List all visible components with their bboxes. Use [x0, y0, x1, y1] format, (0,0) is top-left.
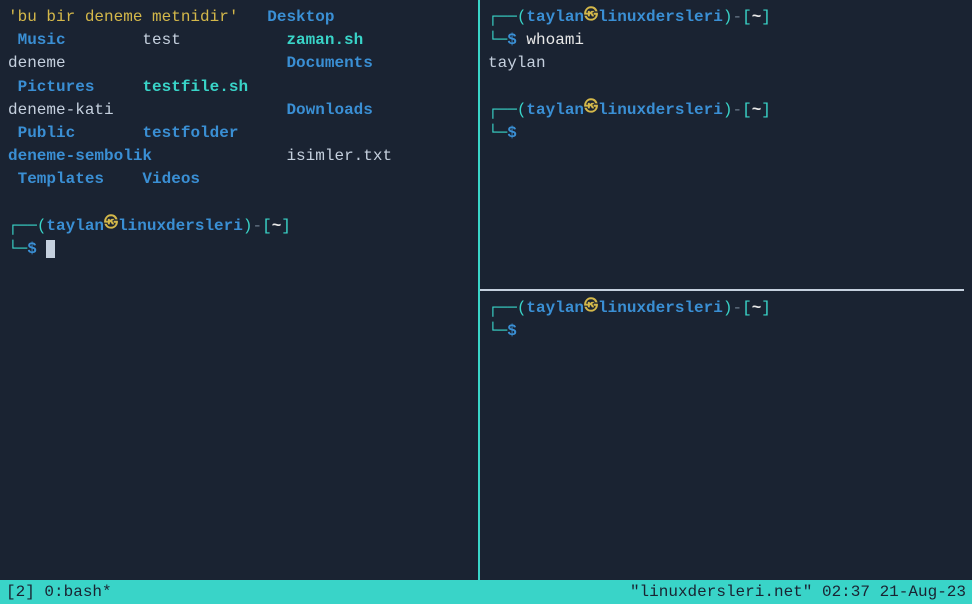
status-left: [2] 0:bash* — [6, 583, 112, 601]
skull-icon: ㉿ — [584, 6, 598, 26]
right-top-pane[interactable]: ┌──(taylan㉿linuxdersleri)-[~] └─$ whoami… — [480, 0, 972, 289]
ls-entry: Documents — [286, 54, 372, 72]
ls-entry: testfolder — [142, 124, 238, 142]
blank-line — [488, 76, 964, 99]
ls-entry: 'bu bir deneme metnidir' — [8, 8, 238, 26]
ls-row: Public testfolder — [8, 122, 470, 145]
ls-entry: deneme — [8, 54, 66, 72]
ls-entry: deneme-sembolik — [8, 147, 152, 165]
ls-entry: Music — [8, 31, 66, 49]
ls-row: Pictures testfile.sh — [8, 76, 470, 99]
ls-row: deneme-sembolik isimler.txt — [8, 145, 470, 168]
prompt-line-2-cmd: └─$ whoami — [488, 29, 964, 52]
command-output: taylan — [488, 52, 964, 75]
ls-entry: deneme-kati — [8, 101, 114, 119]
skull-icon: ㉿ — [584, 98, 598, 118]
ls-row: deneme Documents — [8, 52, 470, 75]
ls-row: 'bu bir deneme metnidir' Desktop — [8, 6, 470, 29]
blank-line — [8, 192, 470, 215]
prompt-line-1: ┌──(taylan㉿linuxdersleri)-[~] — [488, 297, 964, 320]
command-text: whoami — [526, 31, 584, 49]
ls-entry: Desktop — [267, 8, 334, 26]
ls-entry: isimler.txt — [286, 147, 392, 165]
prompt-line-1: ┌──(taylan㉿linuxdersleri)-[~] — [488, 99, 964, 122]
right-bottom-pane[interactable]: ┌──(taylan㉿linuxdersleri)-[~] └─$ — [480, 291, 972, 580]
tmux-status-bar[interactable]: [2] 0:bash* "linuxdersleri.net" 02:37 21… — [0, 580, 972, 604]
prompt-line-2[interactable]: └─$ — [488, 320, 964, 343]
ls-row: Templates Videos — [8, 168, 470, 191]
skull-icon: ㉿ — [584, 297, 598, 317]
ls-row: Music test zaman.sh — [8, 29, 470, 52]
prompt-line-2[interactable]: └─$ — [488, 122, 964, 145]
ls-entry: Videos — [142, 170, 200, 188]
ls-entry: Pictures — [8, 78, 94, 96]
left-pane[interactable]: 'bu bir deneme metnidir' Desktop Music t… — [0, 0, 478, 580]
ls-entry: Public — [8, 124, 75, 142]
right-panes: ┌──(taylan㉿linuxdersleri)-[~] └─$ whoami… — [480, 0, 972, 580]
ls-row: deneme-kati Downloads — [8, 99, 470, 122]
cursor — [46, 240, 55, 258]
ls-entry: Downloads — [286, 101, 372, 119]
ls-entry: testfile.sh — [142, 78, 248, 96]
ls-entry: Templates — [8, 170, 104, 188]
prompt-line-1: ┌──(taylan㉿linuxdersleri)-[~] — [8, 215, 470, 238]
status-right: "linuxdersleri.net" 02:37 21-Aug-23 — [630, 583, 966, 601]
prompt-line-1: ┌──(taylan㉿linuxdersleri)-[~] — [488, 6, 964, 29]
tmux-panes: 'bu bir deneme metnidir' Desktop Music t… — [0, 0, 972, 580]
prompt-line-2[interactable]: └─$ — [8, 238, 470, 261]
skull-icon: ㉿ — [104, 214, 118, 234]
ls-entry: test — [142, 31, 180, 49]
ls-entry: zaman.sh — [277, 31, 363, 49]
